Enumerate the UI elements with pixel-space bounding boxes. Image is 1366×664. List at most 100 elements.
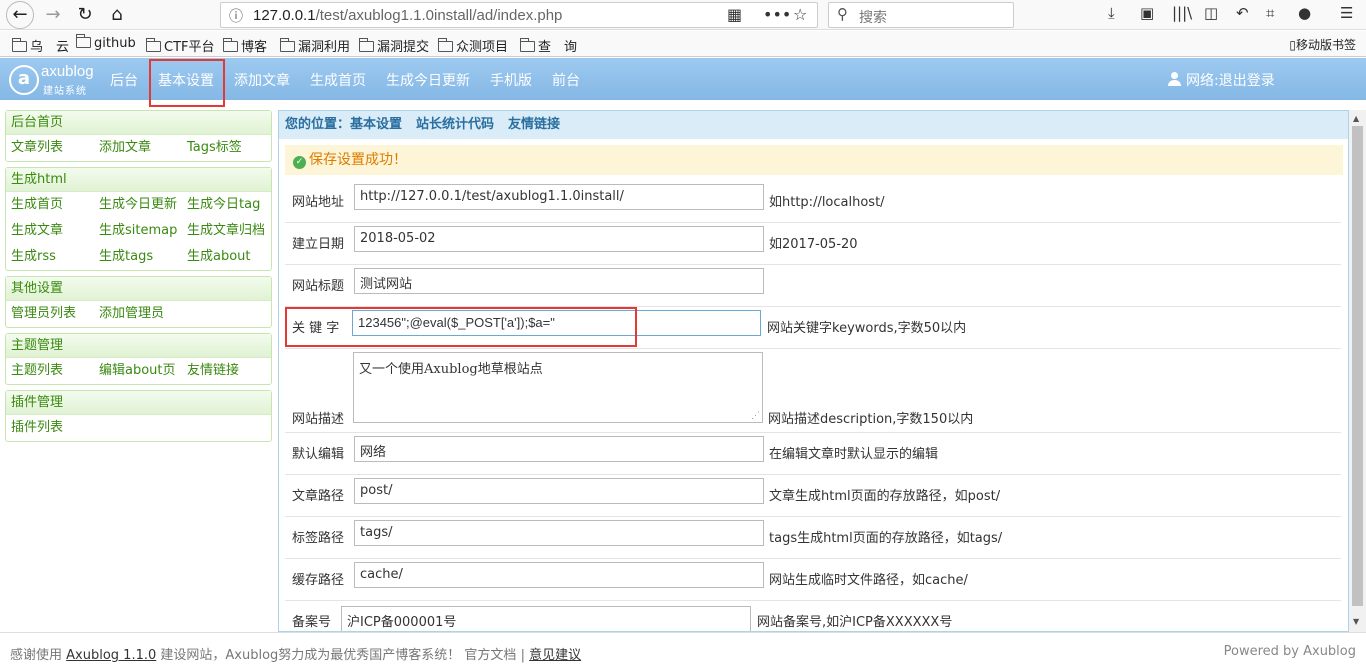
scroll-up-icon[interactable]: ▲ bbox=[1353, 114, 1359, 123]
nav-admin[interactable]: 后台 bbox=[110, 70, 138, 90]
footer-product-link[interactable]: Axublog 1.1.0 bbox=[66, 648, 156, 663]
sidebar-link[interactable]: 插件列表 bbox=[11, 415, 99, 441]
page-actions-icon[interactable]: ••• bbox=[763, 5, 791, 24]
qr-code-icon[interactable]: ▦ bbox=[727, 5, 742, 24]
bookmark-folder[interactable]: github bbox=[76, 34, 136, 51]
footer-text: 感谢使用 Axublog 1.1.0 建设网站，Axublog努力成为最优秀国产… bbox=[10, 644, 581, 663]
browser-toolbar: ← → ↻ ⌂ ⓘ 127.0.0.1/test/axublog1.1.0ins… bbox=[0, 0, 1366, 30]
nav-frontend[interactable]: 前台 bbox=[552, 70, 580, 90]
sidebar-link[interactable]: 主题列表 bbox=[11, 358, 99, 384]
sidebar-link[interactable]: 生成首页 bbox=[11, 192, 99, 218]
mobile-bookmarks[interactable]: ▯移动版书签 bbox=[1289, 36, 1356, 53]
cache-path-input[interactable]: cache/ bbox=[354, 562, 764, 588]
site-title-input[interactable]: 测试网站 bbox=[354, 268, 764, 294]
site-info-icon[interactable]: ⓘ bbox=[229, 6, 243, 26]
sidebar-link[interactable]: 生成文章归档 bbox=[187, 218, 275, 244]
description-textarea[interactable]: 又一个使用Axublog地草根站点 ⋰ bbox=[353, 352, 763, 423]
annotation-box bbox=[285, 307, 637, 347]
nav-gen-today[interactable]: 生成今日更新 bbox=[386, 70, 470, 90]
resize-handle-icon[interactable]: ⋰ bbox=[751, 411, 760, 421]
form-row-site-url: 网站地址 http://127.0.0.1/test/axublog1.1.0i… bbox=[285, 181, 1341, 223]
sidebar-row: 生成文章 生成sitemap 生成文章归档 bbox=[6, 218, 271, 244]
user-logout[interactable]: 网络:退出登录 bbox=[1168, 70, 1275, 90]
sidebar-group-title[interactable]: 主题管理 bbox=[6, 334, 271, 358]
field-hint: 如2017-05-20 bbox=[769, 237, 858, 252]
sidebar-link[interactable]: Tags标签 bbox=[187, 135, 275, 161]
bookmark-folder[interactable]: 查 询 bbox=[520, 36, 577, 55]
nav-mobile[interactable]: 手机版 bbox=[490, 70, 532, 90]
forward-icon[interactable]: → bbox=[40, 3, 66, 27]
chat-icon[interactable]: ● bbox=[1298, 4, 1311, 22]
breadcrumb-stats-code[interactable]: 站长统计代码 bbox=[416, 117, 494, 132]
bookmark-star-icon[interactable]: ☆ bbox=[793, 5, 807, 24]
logo[interactable]: a axublog 建站系统 bbox=[9, 62, 101, 97]
field-label: 文章路径 bbox=[292, 489, 345, 504]
bookmark-folder[interactable]: 漏洞提交 bbox=[359, 36, 429, 55]
breadcrumb-current[interactable]: 您的位置：基本设置 bbox=[285, 117, 402, 132]
bookmark-label: 众测项目 bbox=[456, 40, 509, 55]
menu-icon[interactable]: ☰ bbox=[1340, 4, 1353, 22]
bookmark-label: 查 询 bbox=[538, 40, 578, 55]
form-row-post-path: 文章路径 post/ 文章生成html页面的存放路径，如post/ bbox=[285, 475, 1341, 517]
sidebar-toggle-icon[interactable]: ◫ bbox=[1204, 4, 1218, 22]
form-row-editor: 默认编辑 网络 在编辑文章时默认显示的编辑 bbox=[285, 433, 1341, 475]
bookmark-folder[interactable]: 博客 bbox=[223, 36, 267, 55]
field-hint: 网站关键字keywords,字数50以内 bbox=[767, 321, 967, 336]
search-box[interactable]: ⚲ 搜索 bbox=[828, 2, 1014, 28]
sidebar-group-title[interactable]: 插件管理 bbox=[6, 391, 271, 415]
logo-subtitle: 建站系统 bbox=[43, 86, 87, 97]
field-hint: 网站备案号,如沪ICP备XXXXXX号 bbox=[757, 615, 953, 630]
footer-feedback-link[interactable]: 意见建议 bbox=[529, 648, 581, 663]
bookmark-folder[interactable]: CTF平台 bbox=[146, 36, 215, 55]
nav-add-article[interactable]: 添加文章 bbox=[234, 70, 290, 90]
folder-icon bbox=[12, 38, 27, 52]
home-icon[interactable]: ⌂ bbox=[104, 3, 130, 27]
screenshot-icon[interactable]: ▣ bbox=[1140, 4, 1154, 22]
bookmark-label: CTF平台 bbox=[164, 40, 215, 55]
build-date-input[interactable]: 2018-05-02 bbox=[354, 226, 764, 252]
scroll-thumb[interactable] bbox=[1352, 126, 1363, 606]
address-bar[interactable]: ⓘ 127.0.0.1/test/axublog1.1.0install/ad/… bbox=[220, 2, 818, 28]
sidebar-link[interactable]: 生成sitemap bbox=[99, 218, 187, 244]
sidebar-link[interactable]: 管理员列表 bbox=[11, 301, 99, 327]
field-label: 建立日期 bbox=[292, 237, 345, 252]
sidebar-link[interactable]: 生成rss bbox=[11, 244, 99, 270]
nav-gen-home[interactable]: 生成首页 bbox=[310, 70, 366, 90]
sidebar-link[interactable]: 生成about bbox=[187, 244, 275, 270]
sidebar-link[interactable]: 编辑about页 bbox=[99, 358, 187, 384]
sidebar-link[interactable]: 友情链接 bbox=[187, 358, 275, 384]
sidebar-link[interactable]: 添加管理员 bbox=[99, 301, 187, 327]
site-url-input[interactable]: http://127.0.0.1/test/axublog1.1.0instal… bbox=[354, 184, 764, 210]
breadcrumb-friend-links[interactable]: 友情链接 bbox=[508, 117, 560, 132]
sidebar-link[interactable]: 生成今日tag bbox=[187, 192, 275, 218]
sidebar-link[interactable]: 添加文章 bbox=[99, 135, 187, 161]
library-icon[interactable]: |||\ bbox=[1172, 4, 1192, 22]
page-scrollbar[interactable]: ▲ ▼ bbox=[1349, 110, 1366, 632]
mobile-bookmarks-label: 移动版书签 bbox=[1295, 38, 1356, 52]
sidebar-link[interactable]: 生成tags bbox=[99, 244, 187, 270]
field-hint: 如http://localhost/ bbox=[769, 195, 885, 210]
sidebar-group-title[interactable]: 其他设置 bbox=[6, 277, 271, 301]
scroll-down-icon[interactable]: ▼ bbox=[1353, 617, 1359, 626]
bookmark-folder[interactable]: 漏洞利用 bbox=[280, 36, 350, 55]
tag-path-input[interactable]: tags/ bbox=[354, 520, 764, 546]
sidebar-link[interactable]: 生成今日更新 bbox=[99, 192, 187, 218]
bookmark-label: 漏洞提交 bbox=[377, 40, 430, 55]
crop-icon[interactable]: ⌗ bbox=[1266, 4, 1274, 22]
sidebar-row: 生成rss 生成tags 生成about bbox=[6, 244, 271, 270]
back-icon[interactable]: ← bbox=[6, 1, 34, 29]
bookmark-folder[interactable]: 乌 云 bbox=[12, 36, 69, 55]
sidebar-group-title[interactable]: 生成html bbox=[6, 168, 271, 192]
success-text: 保存设置成功！ bbox=[309, 152, 407, 168]
download-icon[interactable]: ⤓ bbox=[1108, 4, 1115, 22]
editor-input[interactable]: 网络 bbox=[354, 436, 764, 462]
sidebar-link[interactable]: 生成文章 bbox=[11, 218, 99, 244]
icp-input[interactable]: 沪ICP备000001号 bbox=[341, 606, 751, 631]
sidebar-link[interactable]: 文章列表 bbox=[11, 135, 99, 161]
post-path-input[interactable]: post/ bbox=[354, 478, 764, 504]
reload-icon[interactable]: ↻ bbox=[72, 3, 98, 27]
bookmark-folder[interactable]: 众测项目 bbox=[438, 36, 508, 55]
sidebar-group-title[interactable]: 后台首页 bbox=[6, 111, 271, 135]
footer-slogan: 建设网站，Axublog努力成为最优秀国产博客系统！ 官方文档 | bbox=[160, 648, 525, 663]
undo-icon[interactable]: ↶ bbox=[1236, 4, 1249, 22]
